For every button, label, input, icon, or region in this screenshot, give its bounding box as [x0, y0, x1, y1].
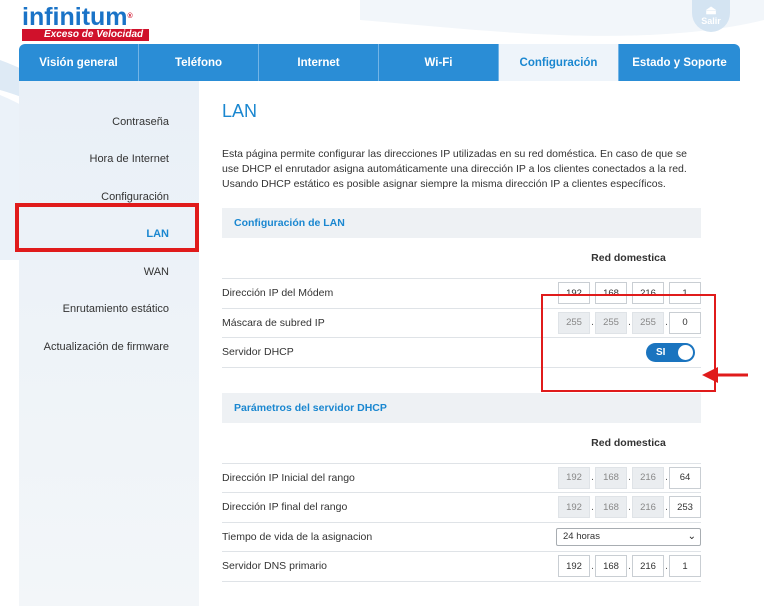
sidebar-item-actualizacion-firmware[interactable]: Actualización de firmware	[19, 328, 199, 366]
range-end-octet-4[interactable]	[669, 496, 701, 519]
lease-time-label: Tiempo de vida de la asignacion	[222, 530, 373, 543]
logo-registered-mark: ®	[127, 13, 133, 20]
logout-label: Salir	[701, 16, 721, 26]
lan-section-header: Configuración de LAN	[222, 208, 701, 238]
range-start-octet-4[interactable]	[669, 466, 701, 489]
logo-tagline: Exceso de Velocidad	[22, 29, 150, 41]
primary-dns-octet-2[interactable]	[595, 555, 627, 578]
tab-vision-general[interactable]: Visión general	[19, 44, 139, 81]
chevron-down-icon: ⌄	[687, 531, 696, 543]
primary-dns-row: Servidor DNS primario . . .	[222, 552, 701, 582]
primary-dns-octet-1[interactable]	[558, 555, 590, 578]
range-end-input: . . .	[558, 496, 701, 519]
page-title: LAN	[222, 101, 258, 121]
lease-time-value: 24 horas	[563, 531, 600, 543]
range-end-octet-3	[632, 496, 664, 519]
primary-dns-octet-3[interactable]	[632, 555, 664, 578]
tab-telefono[interactable]: Teléfono	[139, 44, 259, 81]
page-description: Esta página permite configurar las direc…	[222, 148, 687, 190]
sidebar-item-wan[interactable]: WAN	[19, 253, 199, 291]
lan-column-header: Red domestica	[591, 252, 666, 264]
range-start-octet-2	[595, 466, 627, 489]
tab-configuracion[interactable]: Configuración	[499, 44, 619, 81]
logout-icon: ⏏	[705, 3, 717, 17]
red-arrow-annotation	[702, 367, 748, 383]
subnet-mask-label: Máscara de subred IP	[222, 316, 325, 329]
range-end-octet-1	[558, 496, 590, 519]
range-start-octet-3	[632, 466, 664, 489]
primary-dns-label: Servidor DNS primario	[222, 560, 328, 573]
lease-time-select[interactable]: 24 horas ⌄	[556, 527, 701, 546]
dhcp-settings-list: Dirección IP Inicial del rango . . . Dir…	[222, 462, 701, 582]
main-nav: Visión general Teléfono Internet Wi-Fi C…	[19, 44, 740, 81]
range-start-label: Dirección IP Inicial del rango	[222, 471, 355, 484]
range-start-row: Dirección IP Inicial del rango . . .	[222, 464, 701, 493]
tab-wifi[interactable]: Wi-Fi	[379, 44, 499, 81]
lease-time-row: Tiempo de vida de la asignacion 24 horas…	[222, 523, 701, 552]
dhcp-server-label: Servidor DHCP	[222, 346, 294, 359]
primary-dns-input: . . .	[558, 555, 701, 578]
range-end-row: Dirección IP final del rango . . .	[222, 493, 701, 523]
dhcp-section-header: Parámetros del servidor DHCP	[222, 392, 701, 423]
lan-highlight-box	[15, 203, 199, 252]
tab-internet[interactable]: Internet	[259, 44, 379, 81]
range-end-octet-2	[595, 496, 627, 519]
range-start-input: . . .	[558, 466, 701, 489]
modem-ip-label: Dirección IP del Módem	[222, 287, 334, 300]
range-start-octet-1	[558, 466, 590, 489]
primary-dns-octet-4[interactable]	[669, 555, 701, 578]
logo-text: infinitum	[22, 3, 128, 31]
sidebar-item-hora-internet[interactable]: Hora de Internet	[19, 141, 199, 179]
dhcp-column-header: Red domestica	[591, 436, 666, 449]
lan-fields-highlight-box	[541, 294, 716, 392]
sidebar-item-contrasena[interactable]: Contraseña	[19, 103, 199, 141]
tab-estado-soporte[interactable]: Estado y Soporte	[619, 44, 740, 81]
sidebar: Contraseña Hora de Internet Configuració…	[19, 81, 199, 606]
brand-logo: infinitum® Exceso de Velocidad	[22, 3, 150, 43]
logout-button[interactable]: ⏏ Salir	[692, 0, 730, 32]
sidebar-item-enrutamiento-estatico[interactable]: Enrutamiento estático	[19, 291, 199, 329]
range-end-label: Dirección IP final del rango	[222, 501, 348, 514]
